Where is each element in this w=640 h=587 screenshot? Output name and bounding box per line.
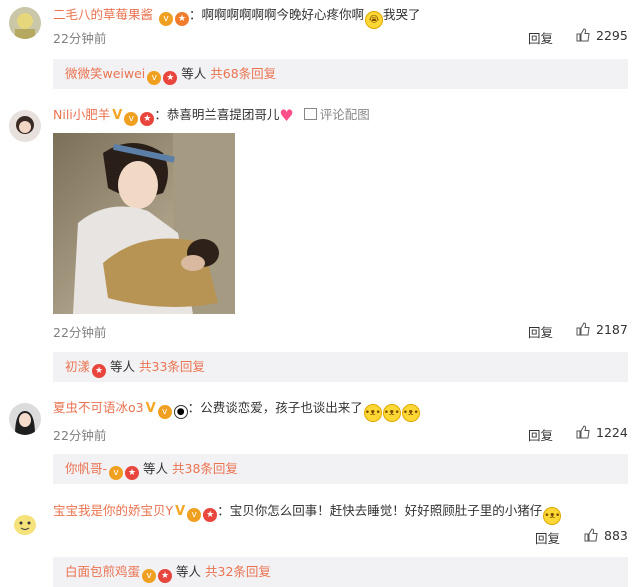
reply-button[interactable]: 回复 — [528, 28, 553, 47]
vip-badge-icon: v — [147, 71, 162, 85]
comment-image[interactable] — [53, 133, 235, 314]
comment-time: 22分钟前 — [53, 31, 107, 46]
sub-replies-box[interactable]: 白面包煎鸡蛋 v ★ 等人 共32条回复 — [53, 557, 628, 587]
comment-line: 夏虫不可语冰o3 Vv ● ：公费谈恋爱，孩子也谈出来了 •ᴥ• •ᴥ• •ᴥ• — [53, 399, 420, 422]
comment-time: 22分钟前 — [53, 428, 107, 443]
more-replies-link[interactable]: 共38条回复 — [172, 461, 238, 476]
username[interactable]: 宝宝我是你的娇宝贝Y — [53, 503, 173, 518]
sub-replies-box[interactable]: 你帆哥-v ★ 等人 共38条回复 — [53, 454, 628, 484]
comment-image-link[interactable]: 评论配图 — [320, 107, 370, 122]
like-count: 2187 — [596, 322, 628, 337]
sub-reply-etc: 等人 — [181, 66, 207, 81]
avatar[interactable] — [9, 403, 41, 435]
medal-icon: ★ — [125, 466, 140, 480]
comment-text: 恭喜明兰喜提团哥儿 — [166, 107, 280, 122]
crying-emoji-icon: 😭 — [365, 11, 384, 29]
sub-reply-username[interactable]: 初漾 — [65, 359, 90, 374]
sub-reply-username[interactable]: 微微笑weiwei — [65, 66, 145, 81]
vip-badge-icon: v — [159, 12, 173, 26]
avatar[interactable] — [9, 110, 41, 142]
reply-button[interactable]: 回复 — [535, 528, 560, 547]
comment-line: 宝宝我是你的娇宝贝Y Vv ★ ：宝贝你怎么回事！赶快去睡觉！好好照顾肚子里的小猪仔 •… — [53, 502, 562, 525]
thumbs-up-icon — [576, 28, 590, 42]
thumbs-up-icon — [576, 322, 590, 336]
verified-v-icon: V — [145, 401, 156, 416]
thumbs-up-icon — [584, 528, 598, 542]
comment-time: 22分钟前 — [53, 325, 107, 340]
medal-icon: ★ — [163, 71, 178, 85]
vip-badge-icon: v — [142, 569, 157, 583]
more-replies-link[interactable]: 共33条回复 — [139, 359, 205, 374]
image-icon — [303, 108, 317, 120]
like-button[interactable]: 1224 — [576, 425, 628, 440]
like-count: 2295 — [596, 28, 628, 43]
doge-emoji-icon: •ᴥ• — [363, 404, 382, 422]
comment-text: 啊啊啊啊啊啊今晚好心疼你啊 — [201, 7, 365, 22]
like-count: 883 — [604, 528, 628, 543]
username[interactable]: 夏虫不可语冰o3 — [53, 400, 144, 415]
username[interactable]: 二毛八的草莓果酱 — [53, 7, 153, 22]
more-replies-link[interactable]: 共68条回复 — [210, 66, 276, 81]
vip-badge-icon: v — [187, 508, 202, 522]
panda-badge-icon: ● — [173, 405, 188, 419]
reply-button[interactable]: 回复 — [528, 425, 553, 444]
avatar[interactable] — [9, 507, 41, 539]
medal-icon: ★ — [175, 12, 189, 26]
comment-line: Nili小肥羊 Vv ★ ：恭喜明兰喜提团哥儿♥ 评论配图 — [53, 106, 370, 126]
sub-replies-box[interactable]: 初漾 ★ 等人 共33条回复 — [53, 352, 628, 382]
username[interactable]: Nili小肥羊 — [53, 107, 110, 122]
vip-badge-icon: v — [157, 405, 172, 419]
sub-reply-etc: 等人 — [176, 564, 202, 579]
comment-text: 宝贝你怎么回事！赶快去睡觉！好好照顾肚子里的小猪仔 — [229, 503, 543, 518]
vip-badge-icon: v — [124, 112, 139, 126]
doge-emoji-icon: •ᴥ• — [401, 404, 420, 422]
like-button[interactable]: 883 — [584, 528, 628, 543]
comment-line: 二毛八的草莓果酱 v ★ ：啊啊啊啊啊啊今晚好心疼你啊 😭 我哭了 — [53, 6, 421, 29]
comment-text: 公费谈恋爱，孩子也谈出来了 — [200, 400, 363, 415]
verified-v-icon: V — [112, 108, 123, 123]
reply-button[interactable]: 回复 — [528, 322, 553, 341]
like-count: 1224 — [596, 425, 628, 440]
thumbs-up-icon — [576, 425, 590, 439]
sub-reply-etc: 等人 — [143, 461, 169, 476]
doge-emoji-icon: •ᴥ• — [382, 404, 401, 422]
doge-emoji-icon: •ᴥ• — [543, 507, 562, 525]
sub-reply-username[interactable]: 白面包煎鸡蛋 — [65, 564, 140, 579]
sub-replies-box[interactable]: 微微笑weiwei v ★ 等人 共68条回复 — [53, 59, 628, 89]
medal-icon: ★ — [140, 112, 155, 126]
verified-v-icon: V — [175, 504, 186, 519]
medal-icon: ★ — [203, 508, 218, 522]
medal-icon: ★ — [92, 364, 107, 378]
medal-icon: ★ — [158, 569, 173, 583]
like-button[interactable]: 2187 — [576, 322, 628, 337]
more-replies-link[interactable]: 共32条回复 — [205, 564, 271, 579]
avatar[interactable] — [9, 7, 41, 39]
sub-reply-username[interactable]: 你帆哥- — [65, 461, 107, 476]
sub-reply-etc: 等人 — [110, 359, 136, 374]
heart-emoji-icon: ♥ — [279, 106, 294, 125]
vip-badge-icon: v — [109, 466, 124, 480]
like-button[interactable]: 2295 — [576, 28, 628, 43]
comment-text-suffix: 我哭了 — [383, 7, 421, 22]
